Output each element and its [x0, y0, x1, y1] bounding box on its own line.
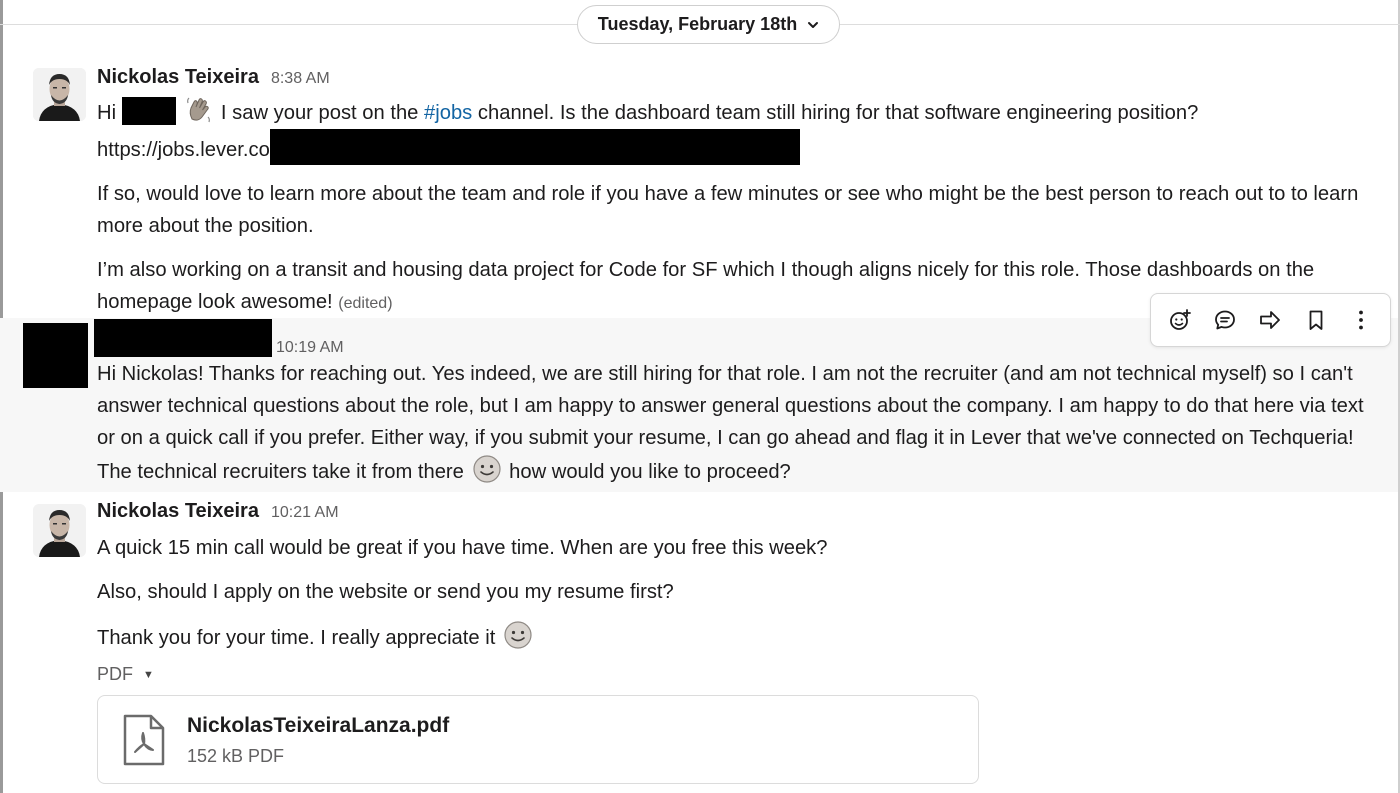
- message-actions-toolbar: [1150, 293, 1391, 347]
- job-posting-link[interactable]: https://jobs.lever.co: [97, 139, 270, 161]
- redacted-name: [121, 97, 176, 125]
- message-body: Hi I saw your post on the #jobs channel.…: [97, 95, 1387, 320]
- message-text: channel. Is the dashboard team still hir…: [477, 102, 1199, 124]
- more-actions-icon: [1359, 310, 1364, 330]
- link-line: https://jobs.lever.co: [97, 129, 1387, 167]
- author-name[interactable]: Nickolas Teixeira: [97, 500, 259, 523]
- caret-down-icon: ▼: [143, 668, 154, 681]
- share-message-button[interactable]: [1252, 302, 1288, 338]
- message-text: I saw your post on the: [220, 102, 419, 124]
- reply-in-thread-icon: [1215, 310, 1235, 330]
- more-actions-button[interactable]: [1343, 302, 1379, 338]
- message-paragraph-1: A quick 15 min call would be great if yo…: [97, 537, 828, 559]
- edited-label: (edited): [338, 295, 393, 312]
- share-icon: [1260, 311, 1281, 329]
- message-body: Hi Nickolas! Thanks for reaching out. Ye…: [97, 358, 1387, 488]
- avatar[interactable]: [33, 504, 86, 557]
- save-for-later-button[interactable]: [1298, 302, 1334, 338]
- message-paragraph-2: If so, would love to learn more about th…: [97, 183, 1359, 237]
- date-divider-button[interactable]: Tuesday, February 18th: [577, 5, 840, 44]
- file-type-toggle[interactable]: PDF ▼: [97, 664, 154, 685]
- message-text: I’m also working on a transit and housin…: [97, 259, 1315, 313]
- message-1: Nickolas Teixeira 8:38 AM Hi I saw your …: [0, 62, 1398, 313]
- message-line: Hi I saw your post on the #jobs channel.…: [97, 95, 1387, 129]
- timestamp[interactable]: 8:38 AM: [271, 70, 330, 88]
- file-name: NickolasTeixeiraLanza.pdf: [187, 714, 450, 737]
- message-paragraph-2: Also, should I apply on the website or s…: [97, 581, 674, 603]
- avatar[interactable]: [33, 68, 86, 121]
- save-bookmark-icon: [1309, 310, 1323, 330]
- message-paragraph: Hi Nickolas! Thanks for reaching out. Ye…: [97, 358, 1387, 488]
- timestamp[interactable]: 10:19 AM: [276, 339, 344, 357]
- file-meta: 152 kB PDF: [187, 746, 285, 766]
- date-divider-label: Tuesday, February 18th: [597, 14, 798, 34]
- smiling-face-icon: [504, 621, 532, 649]
- message-body: A quick 15 min call would be great if yo…: [97, 532, 1387, 654]
- message-text: Thank you for your time. I really apprec…: [97, 627, 496, 649]
- redacted-avatar: [23, 323, 88, 388]
- message-header: 10:19 AM: [94, 319, 344, 357]
- reply-in-thread-button[interactable]: [1207, 302, 1243, 338]
- author-name[interactable]: Nickolas Teixeira: [97, 66, 259, 89]
- pdf-file-icon: [123, 714, 165, 766]
- file-attachment[interactable]: NickolasTeixeiraLanza.pdf 152 kB PDF: [97, 695, 979, 784]
- greeting-text: Hi: [97, 102, 117, 124]
- waving-hand-icon: [187, 97, 211, 123]
- channel-link-jobs[interactable]: #jobs: [424, 102, 472, 124]
- message-text: how would you like to proceed?: [509, 461, 791, 483]
- add-reaction-button[interactable]: [1162, 302, 1198, 338]
- add-reaction-icon: [1169, 309, 1191, 330]
- message-paragraph-3: Thank you for your time. I really apprec…: [97, 620, 1387, 654]
- redacted-author-name: [94, 319, 272, 357]
- chevron-down-icon: [808, 21, 819, 28]
- timestamp[interactable]: 10:21 AM: [271, 504, 339, 522]
- smiling-face-icon: [472, 455, 501, 483]
- message-header: Nickolas Teixeira 10:21 AM: [97, 500, 339, 523]
- redacted-url: [269, 129, 800, 165]
- message-header: Nickolas Teixeira 8:38 AM: [97, 66, 330, 89]
- file-type-label: PDF: [97, 664, 133, 684]
